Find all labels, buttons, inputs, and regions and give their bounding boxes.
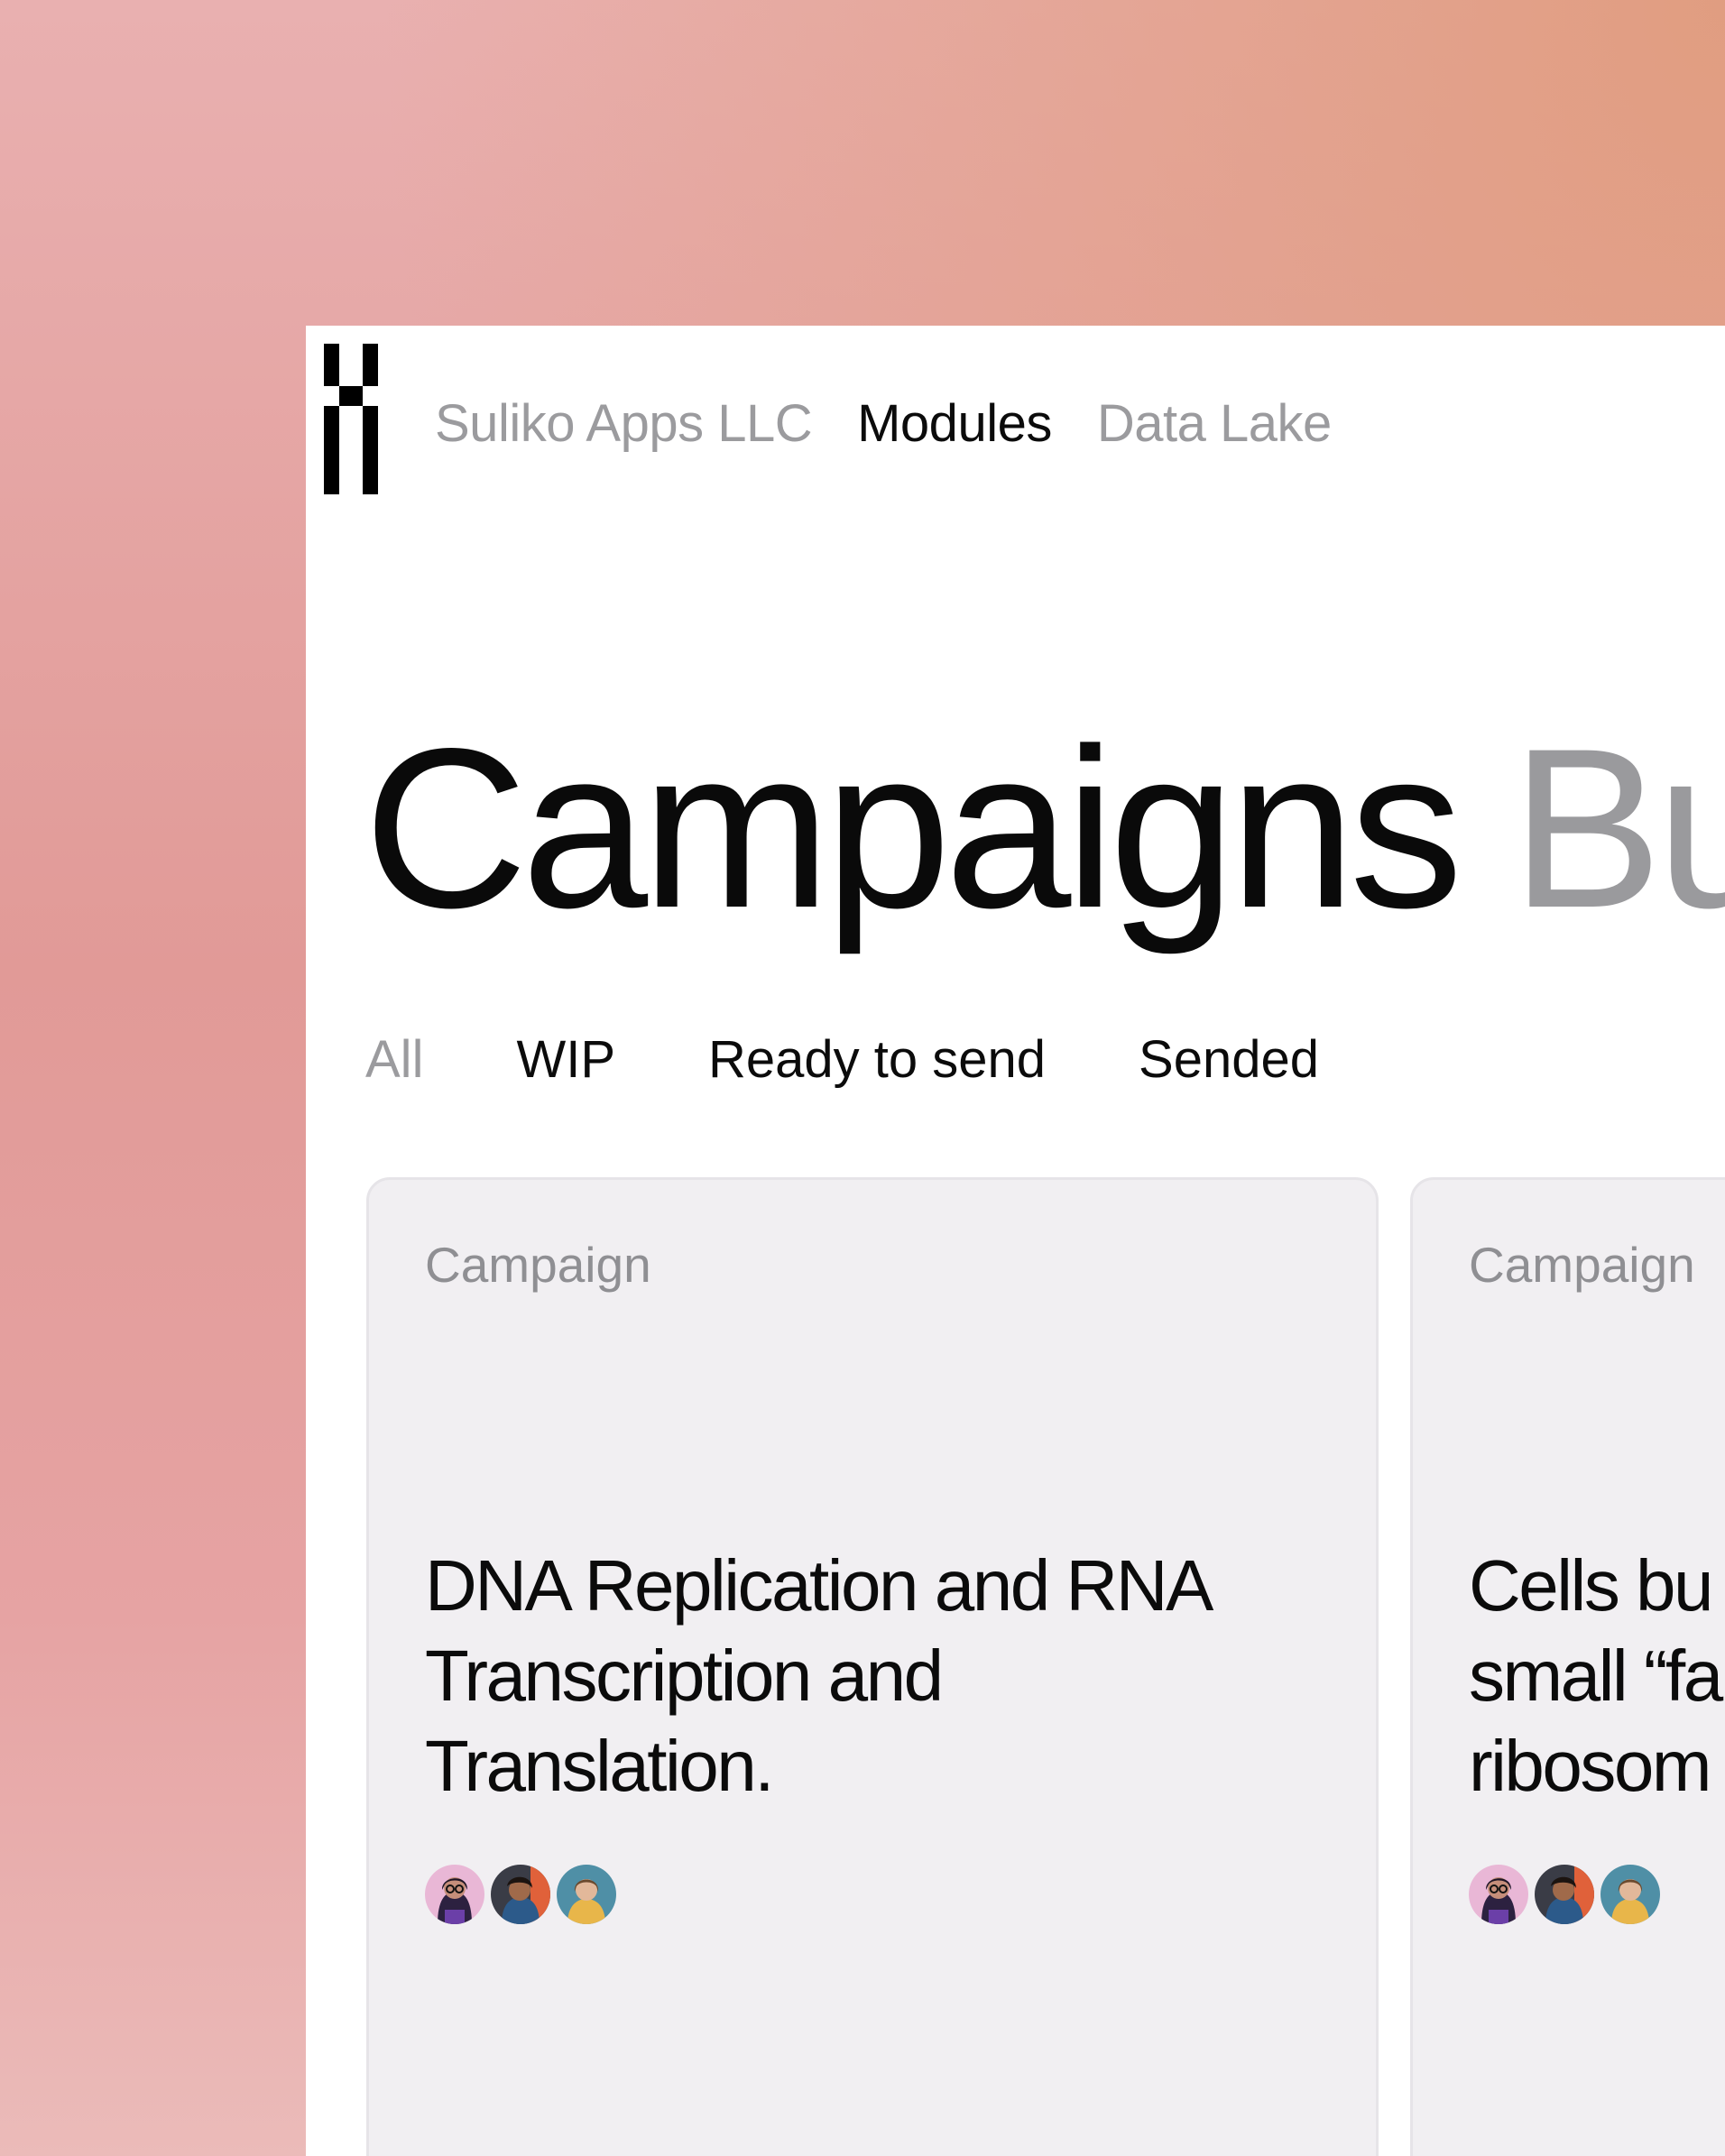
user-avatar-2-icon — [491, 1865, 550, 1924]
campaign-card[interactable]: Campaign Cells bu small “fa ribosom — [1410, 1177, 1725, 2156]
app-window: Suliko Apps LLC Modules Data Lake Campai… — [306, 326, 1725, 2156]
avatar[interactable] — [1535, 1865, 1594, 1924]
card-type-label: Campaign — [1469, 1237, 1695, 1293]
page-title: Campaigns Bu — [364, 715, 1725, 943]
avatar[interactable] — [1600, 1865, 1660, 1924]
avatar[interactable] — [557, 1865, 616, 1924]
avatar[interactable] — [1469, 1865, 1528, 1924]
nav-link-suliko-apps[interactable]: Suliko Apps LLC — [435, 393, 813, 454]
card-type-label: Campaign — [425, 1237, 651, 1293]
campaign-cards: Campaign DNA Replication and RNA Transcr… — [366, 1177, 1725, 2156]
user-avatar-1-icon — [425, 1865, 484, 1924]
filter-tabs: All WIP Ready to send Sended — [365, 1029, 1319, 1090]
page-title-next-section[interactable]: Bu — [1511, 702, 1725, 955]
brand-logo-icon[interactable] — [324, 344, 378, 494]
user-avatar-1-icon — [1469, 1865, 1528, 1924]
page-title-campaigns: Campaigns — [364, 702, 1463, 955]
user-avatar-2-icon — [1535, 1865, 1594, 1924]
nav-link-data-lake[interactable]: Data Lake — [1097, 393, 1332, 454]
card-title: DNA Replication and RNA Transcription an… — [425, 1545, 1213, 1806]
card-title: Cells bu small “fa ribosom — [1469, 1545, 1723, 1806]
filter-tab-all[interactable]: All — [365, 1029, 423, 1090]
top-nav: Suliko Apps LLC Modules Data Lake — [435, 393, 1332, 454]
user-avatar-3-icon — [557, 1865, 616, 1924]
avatar-group — [1469, 1865, 1666, 1924]
filter-tab-wip[interactable]: WIP — [516, 1029, 615, 1090]
campaign-card[interactable]: Campaign DNA Replication and RNA Transcr… — [366, 1177, 1379, 2156]
avatar[interactable] — [491, 1865, 550, 1924]
filter-tab-sended[interactable]: Sended — [1139, 1029, 1319, 1090]
filter-tab-ready-to-send[interactable]: Ready to send — [708, 1029, 1046, 1090]
avatar[interactable] — [425, 1865, 484, 1924]
user-avatar-3-icon — [1600, 1865, 1660, 1924]
avatar-group — [425, 1865, 623, 1924]
nav-link-modules[interactable]: Modules — [857, 393, 1052, 454]
